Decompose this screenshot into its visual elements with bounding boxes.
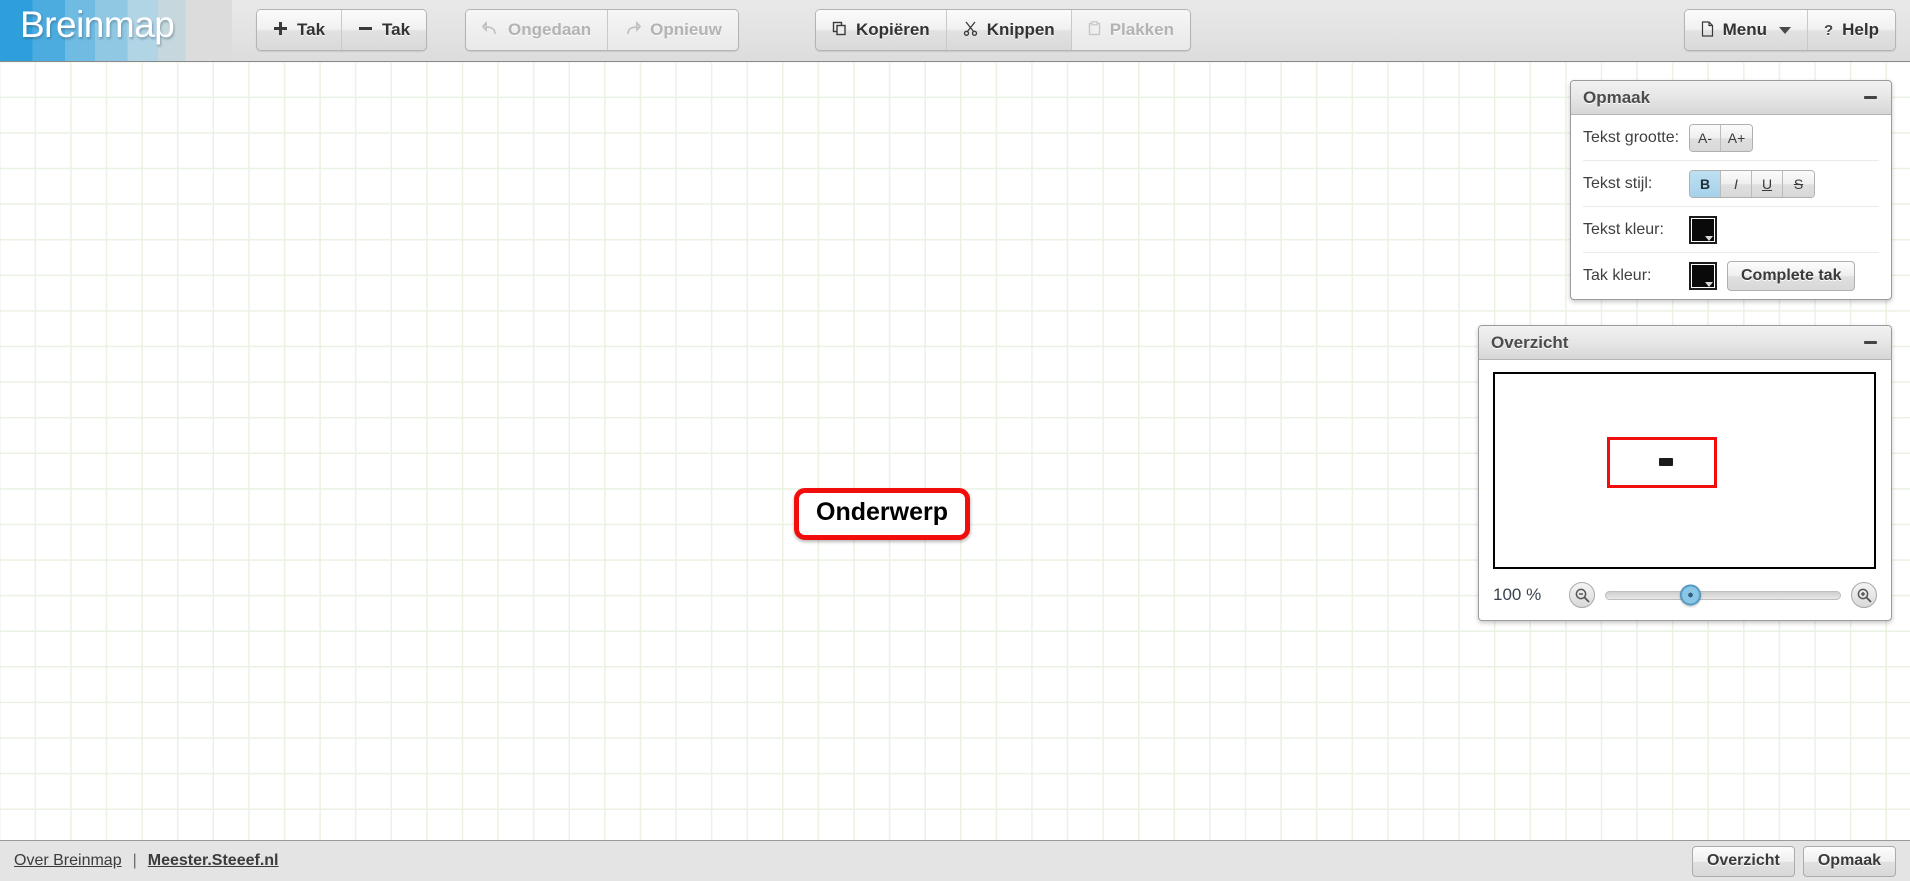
overzicht-panel-header: Overzicht	[1479, 326, 1891, 360]
branch-button-group: Tak Tak	[256, 9, 428, 51]
footer-bar: Over Breinmap | Meester.Steeef.nl Overzi…	[0, 840, 1910, 881]
overzicht-panel-title: Overzicht	[1491, 332, 1569, 352]
text-larger-button[interactable]: A+	[1721, 124, 1752, 151]
text-color-label: Tekst kleur:	[1583, 220, 1664, 238]
help-label: Help	[1842, 20, 1879, 39]
undo-label: Ongedaan	[508, 20, 592, 39]
paste-label: Plakken	[1109, 20, 1174, 39]
branch-color-label: Tak kleur:	[1583, 267, 1652, 284]
zoom-out-icon[interactable]	[1569, 582, 1595, 608]
author-site-link[interactable]: Meester.Steeef.nl	[148, 852, 279, 870]
redo-label: Opnieuw	[650, 20, 722, 39]
opmaak-panel-header: Opmaak	[1571, 81, 1891, 115]
root-node[interactable]: Onderwerp	[794, 488, 970, 540]
app-logo: Breinmap	[0, 0, 232, 61]
redo-icon	[624, 20, 642, 39]
minimize-icon[interactable]	[1859, 88, 1881, 108]
minimize-icon[interactable]	[1859, 333, 1881, 353]
footer-panel-toggles: Overzicht Opmaak	[1691, 845, 1896, 877]
root-node-label: Onderwerp	[816, 498, 948, 526]
text-color-row: Tekst kleur:	[1583, 207, 1879, 253]
menu-label: Menu	[1722, 20, 1767, 39]
strikethrough-button[interactable]: S	[1783, 170, 1814, 197]
remove-branch-button[interactable]: Tak	[342, 10, 427, 50]
clipboard-button-group: Kopiëren Knippen Plakken	[815, 9, 1191, 51]
minus-icon	[358, 21, 373, 39]
document-icon	[1701, 20, 1714, 40]
cut-icon	[963, 21, 978, 39]
main-toolbar: Breinmap Tak Tak Ongedaan Opnieuw Kopiër…	[0, 0, 1910, 62]
add-branch-label: Tak	[297, 20, 326, 39]
help-button[interactable]: ? Help	[1807, 10, 1895, 50]
zoom-percent-label: 100 %	[1493, 585, 1542, 604]
italic-button[interactable]: I	[1721, 170, 1752, 197]
menu-button-group: Menu ? Help	[1683, 9, 1896, 51]
zoom-controls: 100 %	[1493, 582, 1877, 608]
add-branch-button[interactable]: Tak	[257, 10, 343, 50]
cut-label: Knippen	[986, 20, 1055, 39]
zoom-slider-thumb[interactable]	[1680, 584, 1702, 606]
zoom-in-icon[interactable]	[1851, 582, 1877, 608]
footer-overzicht-button[interactable]: Overzicht	[1691, 845, 1795, 877]
complete-branch-button[interactable]: Complete tak	[1727, 261, 1856, 291]
copy-label: Kopiëren	[856, 20, 930, 39]
question-icon: ?	[1823, 21, 1834, 39]
breinmap-app: Breinmap Tak Tak Ongedaan Opnieuw Kopiër…	[0, 0, 1910, 881]
undo-icon	[481, 20, 499, 39]
about-link[interactable]: Over Breinmap	[14, 852, 122, 870]
footer-separator: |	[132, 852, 137, 869]
opmaak-panel: Opmaak Tekst grootte: A- A+ Tekst stijl:…	[1570, 80, 1892, 300]
copy-button[interactable]: Kopiëren	[816, 10, 947, 50]
text-size-segmented-control: A- A+	[1689, 123, 1753, 152]
text-smaller-button[interactable]: A-	[1690, 124, 1721, 151]
chevron-down-icon	[1778, 26, 1791, 34]
paste-button[interactable]: Plakken	[1071, 10, 1190, 50]
menu-button[interactable]: Menu	[1684, 10, 1808, 50]
undo-button[interactable]: Ongedaan	[466, 10, 609, 50]
history-button-group: Ongedaan Opnieuw	[465, 9, 739, 51]
minimap-node-marker	[1659, 458, 1673, 466]
zoom-slider[interactable]	[1605, 584, 1841, 606]
plus-icon	[273, 21, 288, 39]
copy-icon	[832, 21, 847, 39]
branch-color-row: Tak kleur: Complete tak	[1583, 253, 1879, 299]
cut-button[interactable]: Knippen	[946, 10, 1072, 50]
remove-branch-label: Tak	[382, 20, 411, 39]
app-logo-text: Breinmap	[20, 4, 175, 45]
text-color-swatch[interactable]	[1689, 215, 1717, 244]
opmaak-panel-body: Tekst grootte: A- A+ Tekst stijl: B I U …	[1571, 115, 1891, 299]
opmaak-panel-title: Opmaak	[1583, 87, 1651, 107]
text-style-segmented-control: B I U S	[1689, 169, 1815, 198]
text-style-label: Tekst stijl:	[1583, 174, 1653, 192]
branch-color-swatch[interactable]	[1689, 262, 1717, 290]
text-style-row: Tekst stijl: B I U S	[1583, 161, 1879, 207]
underline-button[interactable]: U	[1752, 170, 1783, 197]
overzicht-panel: Overzicht 100 %	[1478, 325, 1892, 621]
footer-opmaak-button[interactable]: Opmaak	[1802, 845, 1896, 877]
bold-button[interactable]: B	[1690, 170, 1721, 197]
text-size-label: Tekst grootte:	[1583, 128, 1680, 146]
minimap[interactable]	[1493, 372, 1876, 569]
redo-button[interactable]: Opnieuw	[608, 10, 738, 50]
overzicht-panel-body: 100 %	[1479, 360, 1891, 620]
paste-icon	[1088, 21, 1101, 39]
text-size-row: Tekst grootte: A- A+	[1583, 115, 1879, 161]
